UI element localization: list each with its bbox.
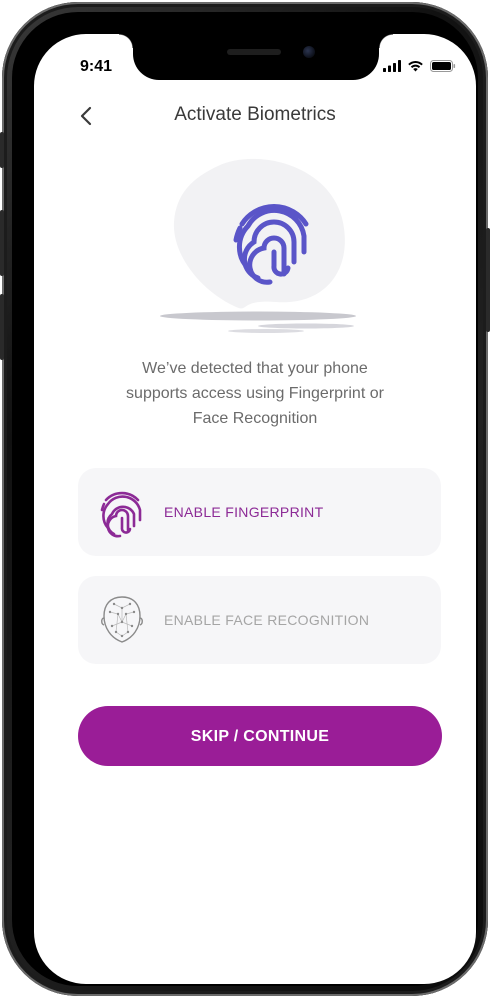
bezel: 9:41 Activate Biometrics We’ve detected … <box>12 12 478 986</box>
volume-up-button <box>0 210 4 276</box>
face-scan-icon <box>101 596 143 643</box>
description-line-3: Face Recognition <box>192 410 318 427</box>
enable-face-recognition-label: ENABLE FACE RECOGNITION <box>164 612 370 628</box>
front-camera <box>303 46 315 58</box>
notch <box>119 34 393 80</box>
screen: 9:41 Activate Biometrics We’ve detected … <box>34 34 476 984</box>
status-time: 9:41 <box>80 58 113 75</box>
battery-icon <box>430 60 456 72</box>
hero-shadow-small <box>258 323 354 329</box>
fingerprint-icon <box>100 491 142 538</box>
page-title: Activate Biometrics <box>174 104 336 125</box>
description: We’ve detected that your phone supports … <box>74 356 436 431</box>
silent-switch <box>0 132 4 168</box>
hero-illustration-graphic <box>160 158 356 333</box>
skip-continue-button[interactable]: SKIP / CONTINUE <box>78 706 442 766</box>
enable-fingerprint-button[interactable]: ENABLE FINGERPRINT <box>78 468 441 556</box>
description-line-2: supports access using Fingerprint or <box>126 385 384 402</box>
enable-face-recognition-button[interactable]: ENABLE FACE RECOGNITION <box>78 576 441 664</box>
status-icons <box>383 60 456 72</box>
phone-frame: 9:41 Activate Biometrics We’ve detected … <box>0 2 490 996</box>
power-button <box>486 228 490 332</box>
enable-fingerprint-label: ENABLE FINGERPRINT <box>164 504 324 520</box>
hero-shadow <box>160 311 356 321</box>
cellular-signal-icon <box>383 60 401 72</box>
hero-blob <box>173 158 345 309</box>
header: Activate Biometrics <box>34 96 476 136</box>
hero-shadow-small-2 <box>228 329 304 333</box>
hero-illustration <box>146 156 366 336</box>
volume-down-button <box>0 294 4 360</box>
earpiece-speaker <box>227 49 281 55</box>
wifi-icon <box>408 60 423 72</box>
description-line-1: We’ve detected that your phone <box>142 360 368 377</box>
